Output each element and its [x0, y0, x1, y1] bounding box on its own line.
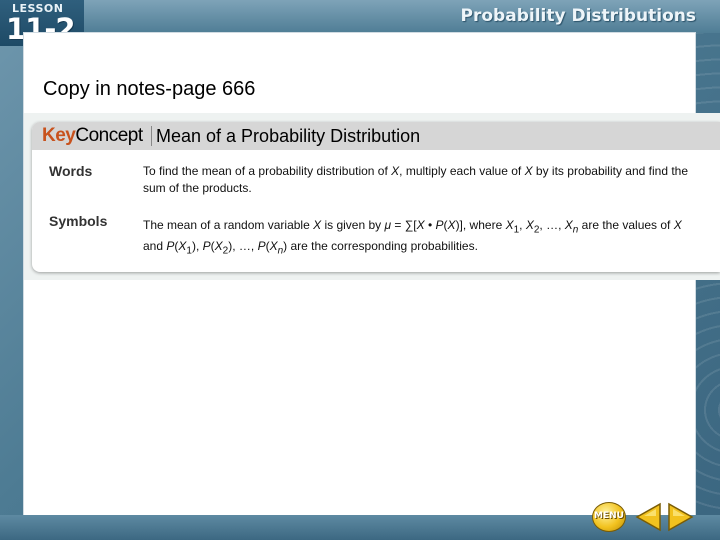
key-concept-logo: KeyConcept — [42, 125, 143, 147]
key-word: Key — [42, 125, 76, 146]
symbols-text: The mean of a random variable X is given… — [143, 218, 682, 257]
menu-button[interactable]: MENU — [592, 502, 626, 532]
next-arrow-icon[interactable] — [667, 502, 695, 532]
notes-instruction: Copy in notes-page 666 — [43, 78, 256, 100]
concept-word: Concept — [75, 125, 143, 146]
words-text: To find the mean of a probability distri… — [143, 164, 689, 195]
words-label: Words — [49, 163, 93, 179]
header-divider — [151, 126, 152, 146]
lesson-title: Probability Distributions — [460, 6, 696, 26]
key-concept-title: Mean of a Probability Distribution — [156, 126, 421, 146]
key-concept-header: KeyConcept Mean of a Probability Distrib… — [32, 122, 720, 150]
key-concept-panel: KeyConcept Mean of a Probability Distrib… — [32, 122, 720, 272]
key-concept-box: KeyConcept Mean of a Probability Distrib… — [24, 113, 720, 280]
header-bar: Probability Distributions — [0, 0, 720, 33]
symbols-label: Symbols — [49, 213, 108, 229]
back-arrow-icon[interactable] — [634, 502, 662, 532]
menu-label: MENU — [594, 511, 624, 521]
